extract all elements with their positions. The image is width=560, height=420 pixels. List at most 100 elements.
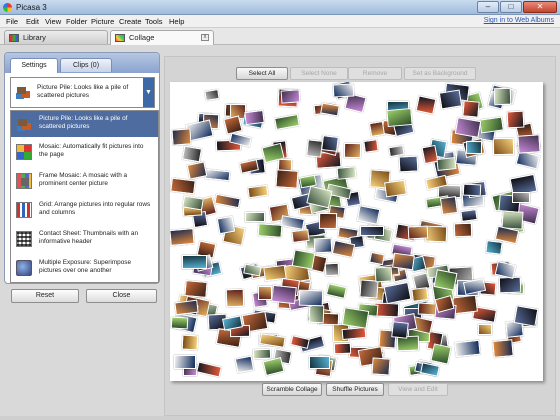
collage-photo (374, 266, 393, 283)
collage-photo (257, 223, 283, 238)
mosaic-icon (16, 144, 32, 160)
collage-photo (333, 342, 352, 355)
tab-collage[interactable]: Collage x (110, 30, 214, 45)
tab-library[interactable]: Library (4, 30, 108, 44)
collage-photo (280, 89, 301, 104)
set-as-background-button[interactable]: Set as Background (404, 67, 476, 80)
collage-photo (298, 289, 324, 307)
frame-mosaic-icon (16, 173, 32, 189)
tab-collage-label: Collage (129, 33, 155, 42)
select-none-button[interactable]: Select None (290, 67, 348, 80)
contact-sheet-icon (16, 231, 32, 247)
collage-photo (324, 262, 340, 277)
window-title: Picasa 3 (16, 3, 47, 12)
collage-photo (371, 357, 391, 376)
tab-clips[interactable]: Clips (0) (60, 58, 112, 72)
layout-option-label: Grid: Arrange pictures into regular rows… (39, 201, 151, 216)
collage-photo (494, 261, 517, 279)
scramble-collage-button[interactable]: Scramble Collage (262, 383, 322, 396)
menu-picture[interactable]: Picture (91, 17, 114, 26)
layout-option-picture-pile[interactable]: Picture Pile: Looks like a pile of scatt… (11, 111, 158, 137)
multiple-exposure-icon (16, 260, 32, 276)
collage-photo (415, 95, 437, 115)
close-window-button[interactable]: ✕ (523, 1, 557, 13)
title-bar: Picasa 3 – □ ✕ (0, 0, 560, 15)
reset-button[interactable]: Reset (11, 289, 79, 303)
maximize-button[interactable]: □ (500, 1, 522, 13)
collage-photo (453, 222, 473, 238)
collage-photo (433, 269, 458, 291)
collage-photo (214, 193, 241, 209)
close-tab-icon[interactable]: x (201, 34, 209, 41)
collage-photo (360, 226, 384, 236)
layout-option-frame-mosaic[interactable]: Frame Mosaic: A mosaic with a prominent … (11, 168, 158, 194)
collage-photo (223, 115, 243, 135)
collage-photo (275, 169, 299, 189)
view-and-edit-button[interactable]: View and Edit (388, 383, 448, 396)
collage-photo (436, 157, 457, 171)
collage-photo (174, 355, 196, 369)
chevron-down-icon[interactable]: ▼ (143, 78, 154, 107)
collage-photo (363, 139, 379, 153)
collage-photo (280, 215, 305, 230)
collage-photo (454, 339, 481, 358)
collage-photo (170, 227, 195, 247)
collage-photo (462, 100, 480, 118)
collage-photo (384, 179, 407, 198)
collage-photo (512, 192, 530, 203)
collage-photo (356, 205, 381, 225)
tab-strip: Library Collage x (0, 28, 560, 45)
panel-tab-bar: Settings Clips (0) (5, 53, 159, 73)
layout-select[interactable]: Picture Pile: Looks like a pile of scatt… (10, 77, 155, 108)
collage-photo (398, 155, 419, 173)
layout-option-contact-sheet[interactable]: Contact Sheet: Thumbnails with an inform… (11, 226, 158, 252)
collage-photo (517, 134, 541, 154)
layout-option-multiple-exposure[interactable]: Multiple Exposure: Superimpose pictures … (11, 255, 158, 281)
collage-photo (320, 102, 340, 117)
collage-photo (247, 184, 269, 199)
collage-photo (439, 195, 459, 216)
menu-edit[interactable]: Edit (26, 17, 39, 26)
collage-photo (184, 280, 208, 298)
menu-file[interactable]: File (6, 17, 18, 26)
remove-button[interactable]: Remove (348, 67, 402, 80)
collage-photo (258, 286, 272, 300)
layout-option-mosaic[interactable]: Mosaic: Automatically fit pictures into … (11, 139, 158, 165)
menu-bar: File Edit View Folder Picture Create Too… (0, 15, 560, 28)
layout-option-label: Contact Sheet: Thumbnails with an inform… (39, 230, 138, 245)
collage-photo (478, 324, 492, 335)
collage-photo (174, 299, 199, 316)
menu-folder[interactable]: Folder (66, 17, 87, 26)
menu-view[interactable]: View (45, 17, 61, 26)
collage-photo (493, 87, 512, 106)
collage-preview[interactable] (170, 82, 543, 381)
collage-photo (492, 339, 514, 358)
layout-option-label: Frame Mosaic: A mosaic with a prominent … (39, 172, 128, 187)
collage-photo (245, 212, 265, 222)
layout-select-value: Picture Pile: Looks like a pile of scatt… (37, 84, 129, 99)
collage-photo (513, 305, 539, 327)
collage-photo (196, 361, 222, 378)
collage-photo (291, 229, 310, 243)
collage-photo (420, 362, 440, 377)
layout-option-label: Mosaic: Automatically fit pictures into … (39, 143, 144, 158)
grid-icon (16, 202, 32, 218)
collage-photo (460, 208, 478, 223)
select-all-button[interactable]: Select All (236, 67, 288, 80)
layout-dropdown-list: Picture Pile: Looks like a pile of scatt… (10, 110, 159, 283)
menu-help[interactable]: Help (169, 17, 184, 26)
menu-create[interactable]: Create (119, 17, 142, 26)
tab-settings[interactable]: Settings (10, 58, 58, 73)
collage-photo (392, 252, 415, 271)
menu-tools[interactable]: Tools (145, 17, 163, 26)
layout-option-grid[interactable]: Grid: Arrange pictures into regular rows… (11, 197, 158, 223)
collage-photo (271, 284, 297, 305)
minimize-button[interactable]: – (477, 1, 499, 13)
collage-icon (115, 34, 125, 42)
collage-photo (465, 140, 483, 155)
picture-pile-icon (16, 116, 32, 132)
shuffle-pictures-button[interactable]: Shuffle Pictures (326, 383, 384, 396)
sign-in-link[interactable]: Sign in to Web Albums (484, 17, 554, 24)
collage-photo (411, 287, 429, 302)
close-button[interactable]: Close (86, 289, 157, 303)
